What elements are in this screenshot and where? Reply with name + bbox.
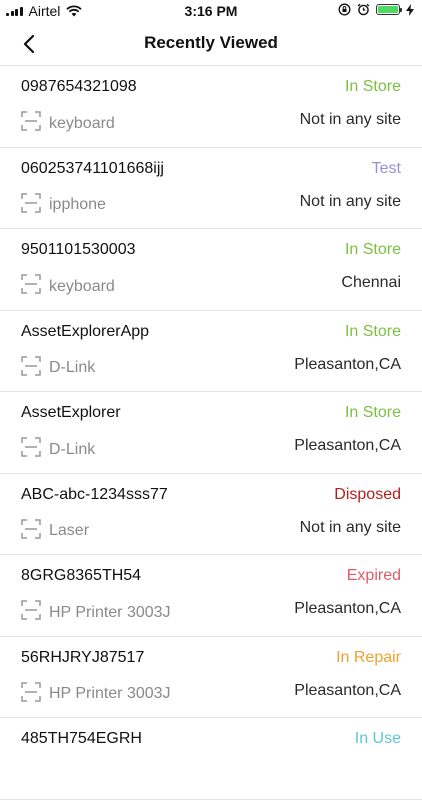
- status-right: [338, 3, 414, 16]
- status-badge: In Store: [344, 241, 401, 258]
- barcode-scan-icon: [21, 355, 41, 381]
- alarm-icon: [357, 3, 370, 16]
- charging-icon: [406, 3, 414, 16]
- asset-name-group: D-Link: [21, 437, 95, 462]
- asset-site: Pleasanton,CA: [294, 355, 401, 373]
- list-item[interactable]: 0987654321098 In Store keyboard Not in any …: [0, 66, 422, 148]
- barcode-scan-icon: [21, 437, 41, 462]
- asset-site: Not in any site: [299, 192, 401, 210]
- asset-name: D-Link: [49, 359, 96, 376]
- asset-name-group: keyboard: [21, 274, 115, 299]
- list-item[interactable]: 9501101530003 In Store keyboard Chennai: [0, 229, 422, 311]
- asset-name: keyboard: [49, 114, 115, 132]
- asset-site: Pleasanton,CA: [294, 600, 401, 617]
- status-badge: In Store: [344, 404, 401, 421]
- asset-name: HP Printer 3003J: [49, 685, 171, 702]
- asset-id: AssetExplorer: [21, 404, 121, 421]
- status-badge: Test: [371, 159, 401, 177]
- asset-name-group: ipphone: [21, 192, 106, 218]
- asset-site: Not in any site: [299, 518, 401, 536]
- asset-name: HP Printer 3003J: [49, 603, 171, 621]
- status-badge: Expired: [346, 567, 401, 584]
- asset-site: Pleasanton,CA: [294, 437, 401, 454]
- status-badge: Disposed: [334, 485, 401, 503]
- status-badge: In Repair: [336, 648, 401, 666]
- asset-id: AssetExplorerApp: [21, 322, 150, 340]
- asset-id: 485TH754EGRH: [21, 730, 142, 747]
- barcode-scan-icon: [21, 681, 41, 707]
- asset-site: Not in any site: [299, 111, 401, 128]
- lock-rotation-icon: [338, 3, 351, 16]
- asset-id: 9501101530003: [21, 241, 136, 258]
- list-item[interactable]: ABC-abc-1234sss77 Disposed Laser Not in any…: [0, 474, 422, 555]
- asset-id: 0987654321098: [21, 78, 137, 95]
- barcode-scan-icon: [21, 192, 41, 218]
- asset-name-group: HP Printer 3003J: [21, 681, 171, 707]
- page-title: Recently Viewed: [144, 33, 278, 52]
- status-badge: In Store: [344, 322, 401, 340]
- barcode-scan-icon: [21, 518, 41, 544]
- asset-id: 56RHJRYJ87517: [21, 648, 145, 666]
- asset-name: D-Link: [49, 440, 96, 458]
- asset-site: Pleasanton,CA: [294, 681, 401, 699]
- asset-name: Laser: [49, 522, 90, 539]
- asset-name: keyboard: [49, 277, 115, 295]
- asset-id: ABC-abc-1234sss77: [21, 485, 168, 503]
- barcode-scan-icon: [21, 111, 41, 136]
- asset-id: 060253741101668ijj: [21, 159, 164, 177]
- list-item[interactable]: AssetExplorerApp In Store D-Link Pleasanton…: [0, 311, 422, 392]
- barcode-scan-icon: [21, 274, 41, 299]
- status-badge: In Store: [344, 78, 401, 95]
- nav-bar: Recently Viewed: [0, 22, 422, 66]
- list-item[interactable]: AssetExplorer In Store D-Link Pleasanton,CA: [0, 392, 422, 474]
- status-badge: In Use: [354, 730, 401, 747]
- list-item[interactable]: 485TH754EGRH In Use: [0, 718, 422, 800]
- asset-name-group: D-Link: [21, 355, 96, 381]
- asset-name: ipphone: [49, 196, 106, 213]
- barcode-scan-icon: [21, 600, 41, 625]
- asset-site: Chennai: [341, 274, 401, 291]
- list-item[interactable]: 060253741101668ijj Test ipphone Not in any …: [0, 148, 422, 229]
- list-item[interactable]: 56RHJRYJ87517 In Repair HP Printer 3003J Pl…: [0, 637, 422, 718]
- status-bar: Airtel 3:16 PM: [0, 0, 422, 22]
- battery-icon: [376, 4, 402, 15]
- asset-name-group: keyboard: [21, 111, 115, 136]
- asset-id: 8GRG8365TH54: [21, 567, 142, 584]
- list-item[interactable]: 8GRG8365TH54 Expired HP Printer 3003J Pleas…: [0, 555, 422, 637]
- asset-name-group: HP Printer 3003J: [21, 600, 171, 625]
- asset-name-group: Laser: [21, 518, 90, 544]
- recently-viewed-list: 0987654321098 In Store keyboard Not in any …: [0, 66, 422, 800]
